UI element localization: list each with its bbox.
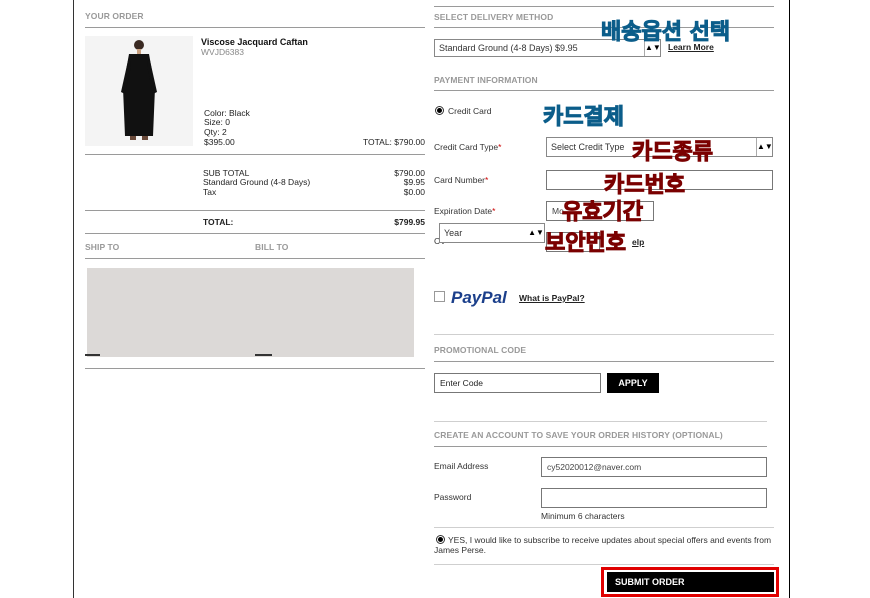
required-mark: * bbox=[498, 142, 502, 152]
card-type-value: Select Credit Type bbox=[551, 142, 625, 152]
card-type-label-text: Credit Card Type bbox=[434, 142, 499, 152]
tax-label: Tax bbox=[203, 187, 217, 197]
required-mark: * bbox=[492, 206, 496, 216]
annotation-expiry: 유효기간 bbox=[562, 200, 644, 226]
delivery-method-value: Standard Ground (4-8 Days) $9.95 bbox=[439, 43, 578, 53]
left-border bbox=[73, 0, 74, 598]
paypal-checkbox[interactable] bbox=[434, 291, 445, 302]
total-rule bbox=[85, 233, 425, 234]
annotation-delivery: 배송옵션 선택 bbox=[600, 20, 731, 46]
promo-header: PROMOTIONAL CODE bbox=[434, 345, 527, 355]
total-value: $799.95 bbox=[394, 217, 425, 227]
address-header-rule bbox=[85, 258, 425, 259]
paypal-logo: PayPal bbox=[451, 288, 507, 307]
account-top-rule bbox=[434, 421, 767, 422]
address-bottom-rule bbox=[85, 368, 425, 369]
product-sku: WVJD6383 bbox=[201, 47, 244, 57]
total-label: TOTAL: bbox=[203, 217, 234, 227]
caftan-figure-icon bbox=[121, 40, 157, 140]
delivery-header: SELECT DELIVERY METHOD bbox=[434, 12, 554, 22]
expiration-year-select[interactable]: Year ▲▼ bbox=[439, 223, 545, 243]
order-header-rule bbox=[85, 27, 425, 28]
top-rule bbox=[434, 6, 774, 7]
product-qty: Qty: 2 bbox=[204, 127, 227, 137]
payment-header: PAYMENT INFORMATION bbox=[434, 75, 538, 85]
product-name: Viscose Jacquard Caftan bbox=[201, 37, 308, 47]
order-items-rule bbox=[85, 154, 425, 155]
product-size: Size: 0 bbox=[204, 117, 230, 127]
apply-button[interactable]: APPLY bbox=[607, 373, 659, 393]
what-is-paypal-link[interactable]: What is PayPal? bbox=[519, 293, 585, 303]
promo-header-rule bbox=[434, 361, 774, 362]
totals-rule bbox=[85, 210, 425, 211]
required-mark: * bbox=[485, 175, 489, 185]
card-type-label: Credit Card Type* bbox=[434, 142, 501, 152]
password-input[interactable] bbox=[541, 488, 767, 508]
annotation-card-type: 카드종류 bbox=[632, 140, 714, 166]
promo-code-input[interactable]: Enter Code bbox=[434, 373, 601, 393]
subscribe-text: YES, I would like to subscribe to receiv… bbox=[434, 535, 772, 555]
bill-to-header: BILL TO bbox=[255, 242, 289, 252]
password-label: Password bbox=[434, 492, 472, 502]
card-number-label: Card Number* bbox=[434, 175, 488, 185]
redacted-address-block bbox=[87, 268, 414, 357]
right-border bbox=[789, 0, 790, 598]
promo-top-rule bbox=[434, 334, 774, 335]
submit-order-button[interactable]: SUBMIT ORDER bbox=[607, 572, 774, 592]
expiration-year-value: Year bbox=[444, 228, 463, 238]
annotation-card-payment: 카드결제 bbox=[543, 105, 625, 131]
order-header: YOUR ORDER bbox=[85, 11, 144, 21]
email-input[interactable]: cy52020012@naver.com bbox=[541, 457, 767, 477]
account-header-rule bbox=[434, 446, 767, 447]
cvv-help-link[interactable]: elp bbox=[632, 237, 644, 247]
submit-top-rule bbox=[434, 564, 774, 565]
address-edit-marker-ship bbox=[85, 354, 100, 356]
tax-value: $0.00 bbox=[403, 187, 425, 197]
email-label: Email Address bbox=[434, 461, 489, 471]
shipping-value: $9.95 bbox=[403, 177, 425, 187]
password-hint: Minimum 6 characters bbox=[541, 511, 625, 521]
payment-header-rule bbox=[434, 90, 774, 91]
shipping-label: Standard Ground (4-8 Days) bbox=[203, 177, 311, 187]
product-line-total: TOTAL: $790.00 bbox=[362, 137, 425, 147]
product-image bbox=[85, 36, 193, 146]
ship-to-header: SHIP TO bbox=[85, 242, 120, 252]
select-arrows-icon: ▲▼ bbox=[528, 228, 544, 237]
account-header: CREATE AN ACCOUNT TO SAVE YOUR ORDER HIS… bbox=[434, 430, 723, 440]
address-edit-marker-bill bbox=[255, 354, 272, 356]
product-unit-price: $395.00 bbox=[204, 137, 235, 147]
annotation-cvv: 보안번호 bbox=[545, 231, 627, 257]
select-arrows-icon: ▲▼ bbox=[756, 138, 772, 156]
credit-card-option-label: Credit Card bbox=[448, 106, 492, 116]
subscribe-top-rule bbox=[434, 527, 774, 528]
expiration-label: Expiration Date* bbox=[434, 206, 495, 216]
card-number-label-text: Card Number bbox=[434, 175, 486, 185]
expiration-label-text: Expiration Date bbox=[434, 206, 493, 216]
credit-card-radio[interactable] bbox=[435, 106, 444, 115]
